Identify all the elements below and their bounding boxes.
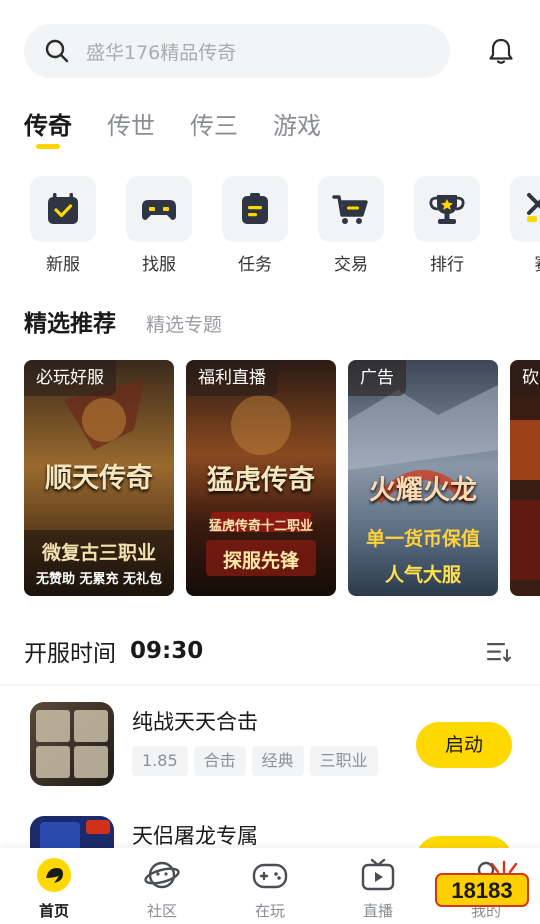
search-input[interactable]: 盛华176精品传奇 xyxy=(24,24,450,78)
watermark-text: 18183 xyxy=(451,878,512,903)
tab-chuansan[interactable]: 传三 xyxy=(190,106,238,146)
tab-chuanqi[interactable]: 传奇 xyxy=(24,106,72,149)
card-game-title: 顺天传奇 xyxy=(45,463,153,494)
divider xyxy=(0,684,540,686)
category-trade[interactable]: 交易 xyxy=(318,176,384,275)
controller-icon xyxy=(252,863,288,889)
game-tag: 1.85 xyxy=(132,746,188,776)
tv-play-icon xyxy=(361,858,395,891)
tab-games[interactable]: 游戏 xyxy=(273,106,321,146)
category-label: 新服 xyxy=(46,255,80,275)
game-tag: 合击 xyxy=(193,746,246,776)
gamepad-icon xyxy=(142,200,176,220)
nav-label: 在玩 xyxy=(254,902,285,920)
category-tile xyxy=(30,176,96,242)
active-tab-indicator xyxy=(36,144,60,149)
open-server-title: 开服时间 xyxy=(24,641,116,667)
category-label: 任务 xyxy=(238,255,272,275)
tab-label: 传三 xyxy=(190,112,238,140)
card-tag: 福利直播 xyxy=(186,360,278,396)
tab-label: 传世 xyxy=(107,112,155,140)
category-competition[interactable]: 赛 xyxy=(510,176,540,275)
featured-carousel: 必玩好服 顺天传奇 微复古三职业 无赞助 无累充 无礼包 福利直播 猛虎传奇 猛… xyxy=(24,360,540,596)
featured-topics-tab[interactable]: 精选专题 xyxy=(146,310,222,337)
nav-label: 直播 xyxy=(362,902,393,920)
card-headline: 微复古三职业 xyxy=(41,542,156,564)
category-tile xyxy=(510,176,540,242)
search-placeholder: 盛华176精品传奇 xyxy=(86,41,237,64)
category-tile xyxy=(318,176,384,242)
watermark-logo: 18183 xyxy=(435,860,529,907)
card-tag: 必玩好服 xyxy=(24,360,116,396)
featured-card[interactable]: 广告 火耀火龙 单一货币保值 人气大服 xyxy=(348,360,498,596)
home-logo-icon xyxy=(37,858,71,892)
category-ranking[interactable]: 排行 xyxy=(414,176,480,275)
trophy-icon xyxy=(429,195,465,224)
competition-icon xyxy=(527,193,540,222)
nav-playing[interactable]: 在玩 xyxy=(230,856,310,921)
planet-icon xyxy=(144,861,180,889)
tab-label: 传奇 xyxy=(24,112,72,140)
featured-card[interactable]: 砍 xyxy=(510,360,540,596)
nav-home[interactable]: 首页 xyxy=(14,856,94,921)
game-tags: 1.85 合击 经典 三职业 xyxy=(132,746,384,776)
category-label: 赛 xyxy=(510,250,540,275)
open-server-time: 09:30 xyxy=(130,638,204,664)
category-find-server[interactable]: 找服 xyxy=(126,176,192,275)
featured-card[interactable]: 必玩好服 顺天传奇 微复古三职业 无赞助 无累充 无礼包 xyxy=(24,360,174,596)
card-headline: 探服先锋 xyxy=(222,550,299,572)
list-filter-icon[interactable] xyxy=(486,640,512,664)
open-server-header: 开服时间 09:30 xyxy=(24,634,203,668)
nav-live[interactable]: 直播 xyxy=(338,856,418,921)
search-row: 盛华176精品传奇 xyxy=(24,24,516,78)
card-subline: 无赞助 无累充 无礼包 xyxy=(35,572,163,587)
category-tile xyxy=(222,176,288,242)
game-icon xyxy=(30,702,114,786)
category-tasks[interactable]: 任务 xyxy=(222,176,288,275)
category-label: 排行 xyxy=(430,255,464,275)
category-tabs: 传奇 传世 传三 游戏 xyxy=(24,106,356,149)
game-name: 纯战天天合击 xyxy=(132,710,258,734)
game-logo-image xyxy=(30,702,114,786)
category-new-server[interactable]: 新服 xyxy=(30,176,96,275)
task-list-icon xyxy=(242,193,268,224)
featured-header: 精选推荐 精选专题 xyxy=(24,304,222,338)
nav-community[interactable]: 社区 xyxy=(122,856,202,921)
featured-title[interactable]: 精选推荐 xyxy=(24,304,116,338)
card-subline: 猛虎传奇十二职业 xyxy=(208,519,313,534)
card-game-title: 猛虎传奇 xyxy=(207,465,315,496)
nav-label: 首页 xyxy=(38,902,69,920)
tab-chuanshi[interactable]: 传世 xyxy=(107,106,155,146)
launch-button[interactable]: 启动 xyxy=(416,722,512,768)
category-label: 交易 xyxy=(334,255,368,275)
game-tag: 三职业 xyxy=(309,746,378,776)
card-headline: 单一货币保值 xyxy=(365,528,480,550)
category-tile xyxy=(414,176,480,242)
game-name: 天侣屠龙专属 xyxy=(132,824,258,848)
category-tile xyxy=(126,176,192,242)
bell-icon[interactable] xyxy=(486,36,516,66)
card-game-title: 火耀火龙 xyxy=(369,475,477,506)
game-tag: 经典 xyxy=(251,746,304,776)
calendar-check-icon xyxy=(48,193,78,224)
card-subline: 人气大服 xyxy=(384,564,461,586)
tab-label: 游戏 xyxy=(273,112,321,140)
nav-label: 社区 xyxy=(146,902,177,920)
card-tag: 砍 xyxy=(510,360,540,396)
quick-categories: 新服 找服 任务 交易 排行 xyxy=(30,176,540,276)
search-icon xyxy=(45,39,69,63)
category-label: 找服 xyxy=(142,255,176,275)
game-row[interactable]: 纯战天天合击 1.85 合击 经典 三职业 启动 xyxy=(30,702,514,790)
shopping-cart-icon xyxy=(332,195,368,224)
card-tag: 广告 xyxy=(348,360,406,396)
featured-card[interactable]: 福利直播 猛虎传奇 猛虎传奇十二职业 探服先锋 xyxy=(186,360,336,596)
